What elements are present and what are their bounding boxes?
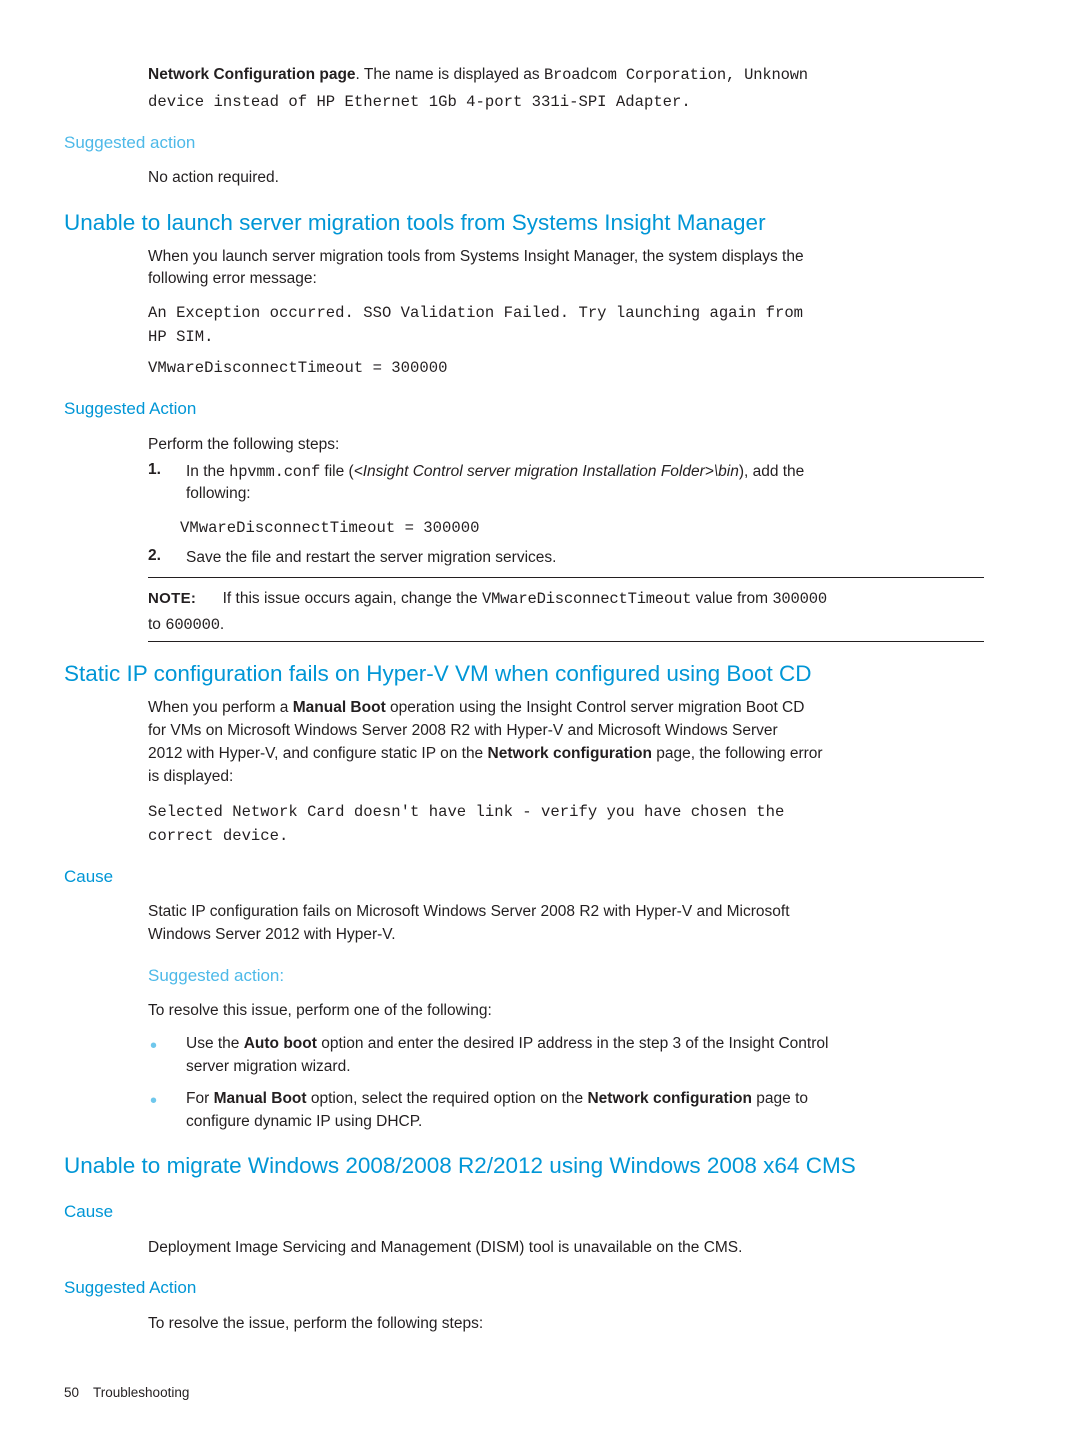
bullet2-line2: configure dynamic IP using DHCP. <box>186 1113 423 1130</box>
footer-chapter: Troubleshooting <box>93 1385 190 1400</box>
intro-suggested-action-heading: Suggested action <box>64 133 196 152</box>
section-staticip-code-1: Selected Network Card doesn't have link … <box>148 803 785 821</box>
bullet2-a: For <box>186 1090 214 1107</box>
bullet2-c: option, select the required option on th… <box>306 1090 588 1107</box>
step1-pre: In the <box>186 463 230 480</box>
section-migrate-resolve-text: To resolve the issue, perform the follow… <box>148 1315 484 1332</box>
note-mono-2: 300000 <box>772 590 827 608</box>
list-item-marker: 2. <box>148 547 161 564</box>
section-migrate-cause-text: Deployment Image Servicing and Managemen… <box>148 1239 743 1256</box>
bullet-icon: • <box>150 1090 158 1112</box>
section-sim-step-code: VMwareDisconnectTimeout = 300000 <box>180 519 480 537</box>
staticip-p3a: 2012 with Hyper-V, and configure static … <box>148 745 488 762</box>
section-sim-code-2: HP SIM. <box>148 328 214 346</box>
staticip-p3b: Network configuration <box>487 745 652 762</box>
list-item-marker: 1. <box>148 461 161 478</box>
section-staticip-para-line4: is displayed: <box>148 768 234 785</box>
intro-lead-rest: . The name is displayed as <box>355 66 544 83</box>
page-footer: 50 Troubleshooting <box>64 1385 189 1400</box>
note-block-line2: to 600000. <box>148 614 224 636</box>
intro-lead-bold: Network Configuration page <box>148 66 356 83</box>
section-sim-perform-steps: Perform the following steps: <box>148 436 340 453</box>
section-migrate-suggested-action-heading: Suggested Action <box>64 1278 197 1297</box>
intro-lead-paragraph: Network Configuration page. The name is … <box>148 64 998 86</box>
list-item: For Manual Boot option, select the requi… <box>186 1088 986 1110</box>
section-staticip-cause-line2: Windows Server 2012 with Hyper-V. <box>148 926 396 943</box>
section-sim-para-2: following error message: <box>148 270 317 287</box>
footer-page-number: 50 <box>64 1385 80 1400</box>
section-staticip-code-2: correct device. <box>148 827 289 845</box>
note-text-2: value from <box>691 590 773 607</box>
note-rule-top <box>148 577 984 578</box>
bullet1-line2: server migration wizard. <box>186 1058 351 1075</box>
list-item: Use the Auto boot option and enter the d… <box>186 1033 986 1055</box>
intro-mono-1: Broadcom Corporation, Unknown <box>543 66 808 84</box>
bullet-icon: • <box>150 1035 158 1057</box>
document-page: Network Configuration page. The name is … <box>0 0 1080 1438</box>
step1-mid: file ( <box>320 463 354 480</box>
section-sim-code-1: An Exception occurred. SSO Validation Fa… <box>148 304 804 322</box>
staticip-p3c: page, the following error <box>651 745 823 762</box>
step1-italic: <Insight Control server migration Instal… <box>353 463 739 480</box>
list-item: In the hpvmm.conf file (<Insight Control… <box>186 461 986 483</box>
section-staticip-para-line2: for VMs on Microsoft Windows Server 2008… <box>148 722 778 739</box>
step1-post: ), add the <box>738 463 805 480</box>
intro-suggested-action-text: No action required. <box>148 169 279 186</box>
bullet2-b: Manual Boot <box>213 1090 307 1107</box>
section-migrate-cause-heading: Cause <box>64 1202 114 1221</box>
section-staticip-resolve-text: To resolve this issue, perform one of th… <box>148 1002 492 1019</box>
note-text-1: If this issue occurs again, change the <box>222 590 482 607</box>
bullet2-c2: page to <box>751 1090 808 1107</box>
note-mono-3: 600000 <box>165 616 220 634</box>
bullet1-c: option and enter the desired IP address … <box>316 1035 829 1052</box>
bullet1-a: Use the <box>186 1035 244 1052</box>
section-staticip-suggested-action-heading: Suggested action: <box>148 966 285 985</box>
note-block: NOTE: If this issue occurs again, change… <box>148 588 988 610</box>
section-sim-para-1: When you launch server migration tools f… <box>148 248 804 265</box>
note-mono-1: VMwareDisconnectTimeout <box>481 590 692 608</box>
section-sim-code-3: VMwareDisconnectTimeout = 300000 <box>148 359 448 377</box>
note-label: NOTE: <box>148 590 197 607</box>
staticip-p1b: Manual Boot <box>292 699 386 716</box>
note-text-3: to <box>148 616 166 633</box>
section-staticip-para-line3: 2012 with Hyper-V, and configure static … <box>148 743 1028 765</box>
step1-line2: following: <box>186 485 251 502</box>
list-item: Save the file and restart the server mig… <box>186 549 557 566</box>
bullet2-b2: Network configuration <box>587 1090 752 1107</box>
step1-mono: hpvmm.conf <box>229 463 321 481</box>
note-rule-bottom <box>148 641 984 642</box>
section-staticip-heading: Static IP configuration fails on Hyper-V… <box>64 661 812 686</box>
section-migrate-heading: Unable to migrate Windows 2008/2008 R2/2… <box>64 1153 856 1178</box>
staticip-p1c: operation using the Insight Control serv… <box>385 699 805 716</box>
bullet1-b: Auto boot <box>243 1035 317 1052</box>
section-sim-heading: Unable to launch server migration tools … <box>64 210 766 235</box>
section-staticip-cause-heading: Cause <box>64 867 114 886</box>
intro-mono-2: device instead of HP Ethernet 1Gb 4-port… <box>148 93 691 111</box>
section-sim-suggested-action-heading: Suggested Action <box>64 399 197 418</box>
staticip-p1a: When you perform a <box>148 699 293 716</box>
section-staticip-para-line1: When you perform a Manual Boot operation… <box>148 697 1008 719</box>
section-staticip-cause-line1: Static IP configuration fails on Microso… <box>148 903 790 920</box>
note-text-4: . <box>219 616 225 633</box>
